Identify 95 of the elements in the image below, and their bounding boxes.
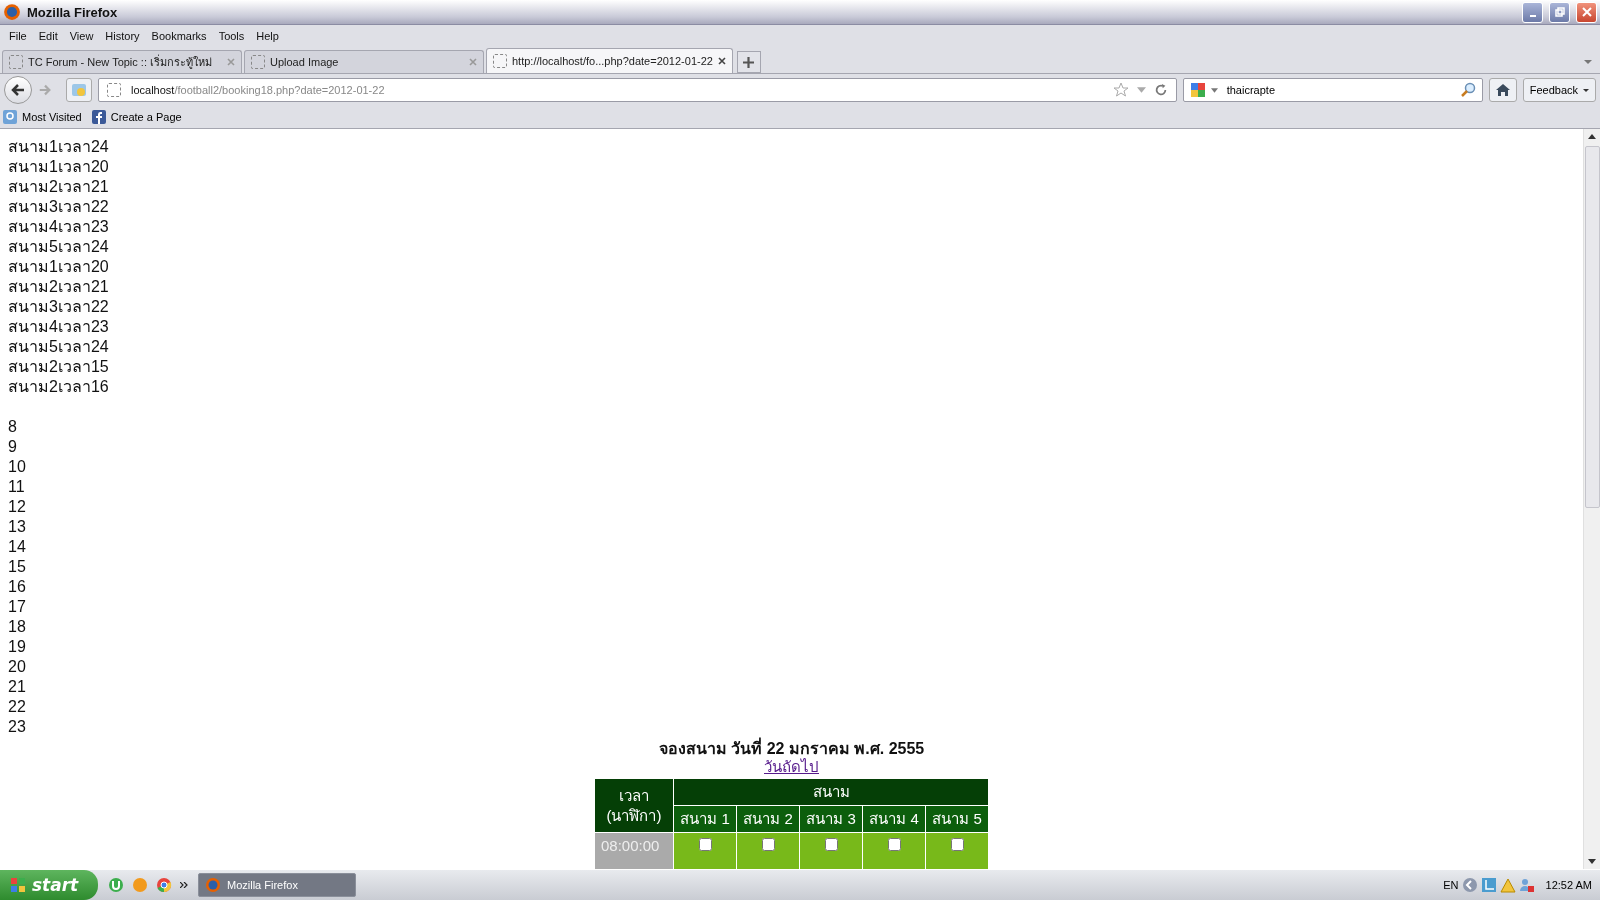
checkbox[interactable] [824,838,838,851]
checkbox[interactable] [761,838,775,851]
booking-heading: จองสนาม วันที่ 22 มกราคม พ.ศ. 2555 [658,739,925,758]
output-line: สนาม4เวลา23 [8,217,110,237]
expand-icon[interactable] [1461,877,1478,893]
facebook-icon [91,110,106,124]
output-line: สนาม1เวลา20 [8,157,110,177]
output-line: 9 [8,437,18,457]
scroll-down-icon[interactable] [1588,859,1596,864]
feedback-button[interactable]: Feedback [1522,78,1596,102]
output-line: 17 [8,597,27,617]
menu-item[interactable]: Edit [32,28,64,44]
menu-item[interactable]: Bookmarks [145,28,213,44]
output-line: 20 [8,657,27,677]
browser-tab[interactable]: http://localhost/fo...php?date=2012-01-22 [486,48,733,73]
output-line: 15 [8,557,27,577]
output-line: สนาม2เวลา16 [8,377,110,397]
star-icon[interactable] [1112,82,1129,98]
new-tab-button[interactable] [736,51,761,73]
output-line: 14 [8,537,27,557]
checkbox[interactable] [698,838,712,851]
output-line: สนาม3เวลา22 [8,297,110,317]
clock: 12:52 AM [1545,879,1592,891]
output-line: 18 [8,617,27,637]
output-line: 8 [8,417,18,437]
search-icon[interactable] [1459,82,1476,98]
bookmark-folder-icon [3,110,17,124]
windows-logo-icon [10,877,26,893]
back-button[interactable] [4,76,32,104]
user-icon[interactable] [1518,877,1535,893]
bookmark-item[interactable]: Most Visited [3,110,82,124]
output-line: 22 [8,697,27,717]
output-line: สนาม2เวลา15 [8,357,110,377]
language-indicator[interactable]: EN [1443,879,1459,891]
dropdown-icon[interactable] [1210,87,1218,93]
output-line: สนาม2เวลา21 [8,277,110,297]
more-icon[interactable] [180,882,188,888]
output-line: 12 [8,497,27,517]
checkbox[interactable] [950,838,964,851]
minimize-button[interactable] [1522,1,1543,23]
menu-item[interactable]: File [3,28,33,44]
menu-item[interactable]: View [63,28,100,44]
network-icon[interactable] [1480,877,1497,893]
output-line: 13 [8,517,27,537]
menu-item[interactable]: Tools [212,28,251,44]
next-day-link[interactable]: วันถัดไป [764,758,819,776]
taskbar-button[interactable]: Mozilla Firefox [198,873,356,897]
dropdown-icon[interactable] [1584,60,1592,64]
bookmark-item[interactable]: Create a Page [91,110,182,124]
output-line: 21 [8,677,27,697]
scrollbar[interactable] [1583,129,1600,869]
search-field[interactable]: thaicrapte [1182,78,1483,102]
close-button[interactable] [1576,1,1597,23]
output-line: 10 [8,457,27,477]
chrome-icon[interactable] [156,877,172,893]
output-line: สนาม1เวลา20 [8,257,110,277]
tab-groups-icon [71,82,87,98]
output-line: สนาม1เวลา24 [8,137,110,157]
home-button[interactable] [1488,78,1517,102]
browser-tab[interactable]: Upload Image [244,50,484,73]
home-icon [1494,82,1511,98]
close-icon [1581,7,1592,17]
output-line: สนาม2เวลา21 [8,177,110,197]
restore-button[interactable] [1549,1,1570,23]
torrent-icon[interactable] [108,877,124,893]
warning-icon[interactable] [1499,877,1516,893]
menu-item[interactable]: Help [250,28,285,44]
table-header: เวลา (นาฬิกา) [594,778,674,833]
output-line: 19 [8,637,27,657]
menu-item[interactable]: History [99,28,146,44]
browser-tab[interactable]: TC Forum - New Topic :: เริ่มกระทู้ใหม่ [2,50,242,73]
search-engine-icon[interactable] [1189,82,1206,98]
checkbox[interactable] [887,838,901,851]
table-cell: 08:00:00 [594,832,674,869]
firefox-icon [205,877,221,893]
output-line: สนาม5เวลา24 [8,237,110,257]
output-line: 11 [8,477,26,497]
plus-icon [743,56,755,68]
output-line: สนาม5เวลา24 [8,337,110,357]
back-arrow-icon [10,82,26,98]
address-bar[interactable]: localhost/football2/booking18.php?date=2012-01-22 [98,78,1177,102]
close-icon[interactable] [717,57,726,65]
dropdown-icon[interactable] [1136,87,1146,93]
firefox-icon [3,3,21,21]
minimize-icon [1529,15,1536,17]
output-line: สนาม3เวลา22 [8,197,110,217]
reload-icon[interactable] [1153,83,1168,97]
output-line: สนาม4เวลา23 [8,317,110,337]
output-line: 23 [8,717,27,737]
table-header: สนาม [673,778,989,806]
scroll-up-icon[interactable] [1588,134,1596,139]
window-title: Mozilla Firefox [27,4,118,20]
restore-icon [1554,7,1565,17]
output-line: 16 [8,577,27,597]
caret-icon [1583,88,1589,92]
